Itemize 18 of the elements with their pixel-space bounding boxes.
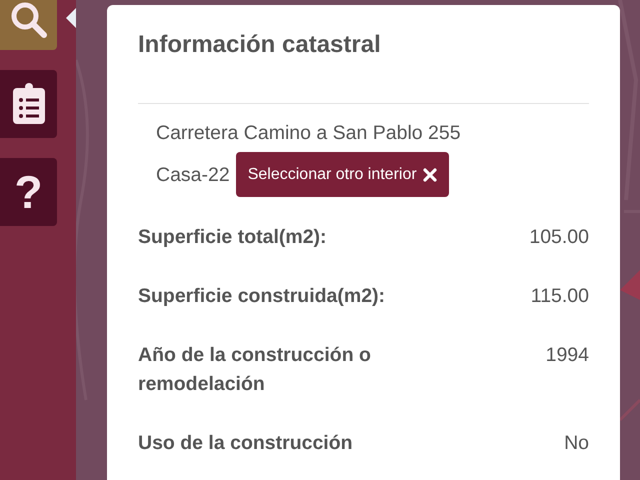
field-value: 115.00: [530, 284, 589, 309]
help-button[interactable]: ?: [0, 158, 57, 226]
select-interior-button[interactable]: Seleccionar otro interior: [236, 152, 449, 197]
interior-text: Casa-22: [155, 162, 230, 188]
address-text: Carretera Camino a San Pablo 255: [155, 121, 462, 146]
field-value: No: [564, 431, 589, 456]
field-value: 1994: [546, 343, 589, 368]
close-icon: [422, 168, 437, 182]
field-label: Superficie total(m2):: [138, 225, 328, 250]
list-button[interactable]: [0, 70, 57, 138]
field-label: Año de la construcción o remodelación: [138, 343, 372, 397]
panel-title: Información catastral: [138, 31, 382, 60]
clipboard-icon: [12, 83, 46, 125]
search-button[interactable]: [0, 0, 57, 50]
field-label: Superficie construida(m2):: [138, 284, 386, 309]
collapse-arrow-icon[interactable]: [66, 8, 76, 28]
field-value: 105.00: [529, 225, 589, 250]
field-label: Uso de la construcción: [138, 431, 354, 456]
